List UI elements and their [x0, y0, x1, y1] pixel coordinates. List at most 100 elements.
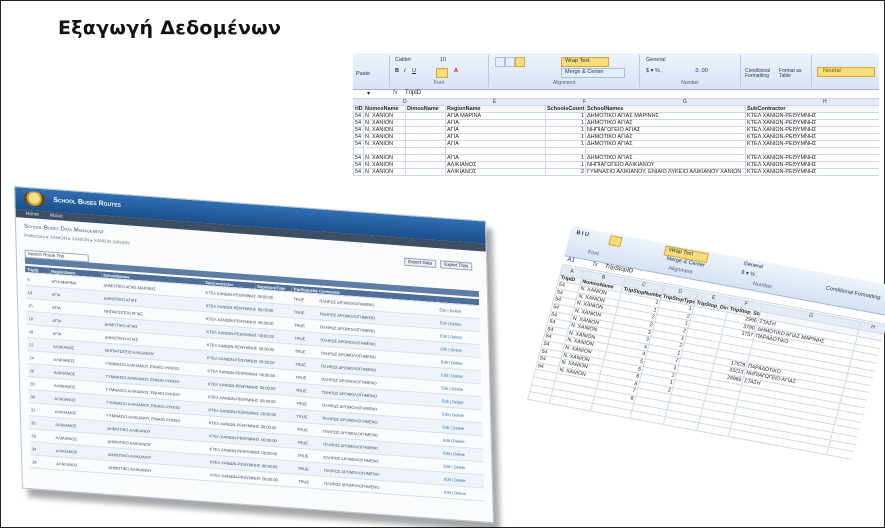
- row-actions-link[interactable]: Edit | Delete: [442, 484, 485, 502]
- font-name-select[interactable]: Calibri: [395, 57, 411, 63]
- table-cell[interactable]: [405, 112, 446, 120]
- export-data-button[interactable]: Export Data: [404, 257, 437, 268]
- table-cell[interactable]: ΔΗΜΟΤΙΚΟ ΑΓΙΑΣ: [585, 119, 746, 127]
- table-cell[interactable]: [405, 161, 446, 169]
- table-cell[interactable]: [353, 147, 364, 155]
- formula-input[interactable]: TripID: [405, 90, 421, 96]
- table-cell[interactable]: [745, 147, 879, 155]
- align-middle-icon[interactable]: [505, 57, 515, 67]
- table-cell[interactable]: [405, 140, 446, 148]
- table-cell[interactable]: ΔΗΜΟΤΙΚΟ ΑΓΙΑΣ: [585, 133, 746, 141]
- table-cell[interactable]: 54: [353, 112, 364, 120]
- decimal-icon[interactable]: .0 .00: [694, 68, 708, 74]
- bold-icon[interactable]: B: [395, 68, 399, 74]
- table-cell[interactable]: N. XANION: [363, 112, 406, 120]
- table-cell[interactable]: [363, 147, 406, 155]
- table-cell[interactable]: 1: [545, 133, 586, 141]
- table-cell[interactable]: ΑΛΙΚΙΑΝΟΣ: [445, 161, 546, 169]
- table-cell[interactable]: [405, 168, 446, 176]
- table-cell[interactable]: 1: [545, 112, 586, 120]
- table-cell[interactable]: 54: [353, 168, 364, 176]
- format-as-table-button[interactable]: Format as Table: [779, 69, 809, 79]
- header-cell[interactable]: DimosName: [405, 105, 446, 113]
- paste-button[interactable]: Paste: [356, 71, 370, 77]
- table-cell[interactable]: ΝΗΠΙΑΓΩΓΕΙΟ ΑΓΙΑΣ: [585, 126, 746, 134]
- table-cell[interactable]: [405, 126, 446, 134]
- table-cell[interactable]: N. XANION: [363, 126, 406, 134]
- table-cell[interactable]: 1: [545, 126, 586, 134]
- table-cell[interactable]: ΚΤΕΛ ΧΑΝΙΩΝ-ΡΕΘΥΜΝΗΣ: [745, 112, 879, 120]
- table-cell[interactable]: ΚΤΕΛ ΧΑΝΙΩΝ-ΡΕΘΥΜΝΗΣ: [745, 161, 879, 169]
- table-cell[interactable]: 1: [545, 119, 586, 127]
- bold-icon[interactable]: B I U: [576, 230, 590, 238]
- table-cell[interactable]: [445, 147, 546, 155]
- export-trips-button[interactable]: Export Trips: [440, 260, 473, 271]
- table-cell[interactable]: ΔΗΜΟΤΙΚΟ ΑΓΙΑΣ: [585, 154, 746, 162]
- table-cell[interactable]: 54: [353, 126, 364, 134]
- conditional-formatting-button[interactable]: Conditional Formatting: [825, 285, 881, 301]
- table-cell[interactable]: 54: [353, 140, 364, 148]
- table-cell[interactable]: ΑΛΙΚΙΑΝΟΣ: [445, 168, 546, 176]
- table-cell[interactable]: [545, 147, 586, 155]
- header-cell[interactable]: NomosName: [363, 105, 406, 113]
- header-cell[interactable]: rID: [353, 105, 364, 113]
- header-cell[interactable]: SubContractor: [745, 105, 879, 113]
- table-cell[interactable]: N. XANION: [363, 119, 406, 127]
- table-cell[interactable]: 54: [353, 154, 364, 162]
- table-cell[interactable]: ΓΥΜΝΑΣΙΟ ΑΛΙΚΙΑΝΟΥ, ΕΝΙΑΙΟ ΛΥΚΕΙΟ ΑΛΙΚΙΑ…: [585, 168, 746, 176]
- table-cell[interactable]: 1: [545, 161, 586, 169]
- table-cell[interactable]: ΚΤΕΛ ΧΑΝΙΩΝ-ΡΕΘΥΜΝΗΣ: [745, 140, 879, 148]
- table-cell[interactable]: 54: [353, 119, 364, 127]
- underline-icon[interactable]: U: [412, 68, 416, 74]
- table-cell[interactable]: 1: [545, 140, 586, 148]
- table-cell[interactable]: ΑΓΙΑ: [445, 154, 546, 162]
- table-cell[interactable]: ΔΗΜΟΤΙΚΟ ΑΓΙΑΣ ΜΑΡΙΝΗΣ: [585, 112, 746, 120]
- font-color-icon[interactable]: A: [454, 68, 458, 74]
- table-cell[interactable]: ΚΤΕΛ ΧΑΝΙΩΝ-ΡΕΘΥΜΝΗΣ: [745, 126, 879, 134]
- font-size-select[interactable]: 10: [440, 57, 446, 63]
- name-box[interactable]: A1: [567, 257, 576, 264]
- currency-icon[interactable]: $ ▾ % ,: [646, 68, 663, 74]
- table-cell[interactable]: [405, 154, 446, 162]
- table-cell[interactable]: 2: [545, 168, 586, 176]
- table-cell[interactable]: N. XANION: [363, 168, 406, 176]
- table-cell[interactable]: N. XANION: [363, 154, 406, 162]
- number-format-select[interactable]: General: [743, 261, 764, 270]
- name-box-dropdown-icon[interactable]: ▾: [367, 90, 370, 97]
- table-cell[interactable]: ΚΤΕΛ ΧΑΝΙΩΝ-ΡΕΘΥΜΝΗΣ: [745, 133, 879, 141]
- table-cell[interactable]: ΚΤΕΛ ΧΑΝΙΩΝ-ΡΕΘΥΜΝΗΣ: [745, 119, 879, 127]
- currency-icon[interactable]: $ ▾ % ,: [741, 270, 759, 279]
- nav-home[interactable]: Home: [26, 211, 40, 218]
- table-cell[interactable]: [405, 147, 446, 155]
- align-bottom-icon[interactable]: [515, 57, 525, 67]
- italic-icon[interactable]: I: [404, 68, 406, 74]
- table-cell[interactable]: ΑΓΙΑ ΜΑΡΙΝΑ: [445, 112, 546, 120]
- align-top-icon[interactable]: [495, 57, 505, 67]
- number-format-select[interactable]: General: [646, 57, 666, 63]
- table-cell[interactable]: ΑΓΙΑ: [445, 119, 546, 127]
- nav-about[interactable]: About: [50, 213, 63, 220]
- table-cell[interactable]: N. XANION: [363, 133, 406, 141]
- table-cell[interactable]: ΑΓΙΑ: [445, 126, 546, 134]
- table-cell[interactable]: N. XANION: [363, 140, 406, 148]
- table-cell[interactable]: ΑΓΙΑ: [445, 133, 546, 141]
- table-cell[interactable]: ΚΤΕΛ ΧΑΝΙΩΝ-ΡΕΘΥΜΝΗΣ: [745, 154, 879, 162]
- table-cell[interactable]: ΝΗΠΙΑΓΩΓΕΙΟ ΑΛΙΚΙΑΝΟΥ: [585, 161, 746, 169]
- table-cell[interactable]: 1: [545, 154, 586, 162]
- table-cell[interactable]: [405, 119, 446, 127]
- table-cell[interactable]: 54: [353, 161, 364, 169]
- header-cell[interactable]: SchoolsCount: [545, 105, 586, 113]
- fill-color-icon[interactable]: [608, 235, 623, 248]
- table-cell[interactable]: ΔΗΜΟΤΙΚΟ ΑΓΙΑΣ: [585, 140, 746, 148]
- table-cell[interactable]: ΚΤΕΛ ΧΑΝΙΩΝ-ΡΕΘΥΜΝΗΣ: [745, 168, 879, 176]
- table-cell[interactable]: N. XANION: [363, 161, 406, 169]
- table-cell[interactable]: ΑΓΙΑ: [445, 140, 546, 148]
- table-row: [353, 147, 879, 155]
- header-cell[interactable]: SchoolNames: [585, 105, 746, 113]
- fill-color-icon[interactable]: [436, 68, 448, 78]
- table-cell[interactable]: [585, 147, 746, 155]
- conditional-formatting-button[interactable]: Conditional Formatting: [745, 69, 775, 79]
- header-cell[interactable]: RegionName: [445, 105, 546, 113]
- table-cell[interactable]: [405, 133, 446, 141]
- table-cell[interactable]: 54: [353, 133, 364, 141]
